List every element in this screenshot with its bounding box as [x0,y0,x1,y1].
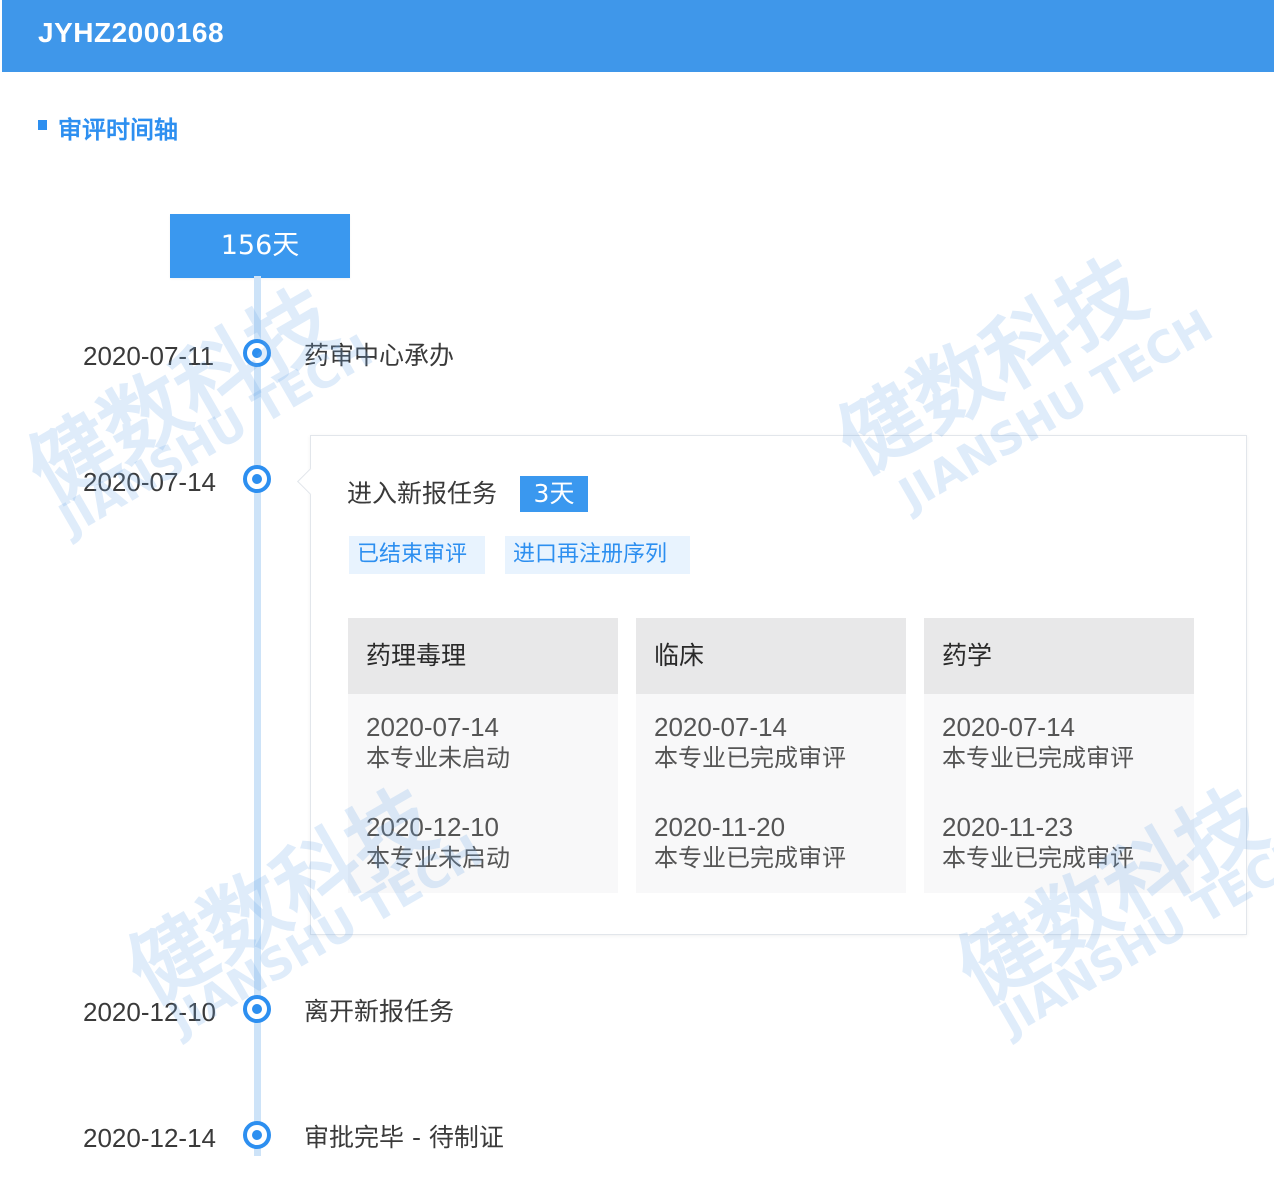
entry-date: 2020-07-14 [366,712,499,742]
sequence-tag: 进口再注册序列 [505,536,690,574]
timeline-line [254,276,261,1156]
discipline-column-pharmacy: 药学 2020-07-14 本专业已完成审评 2020-11-23 本专业已完成… [924,618,1194,893]
discipline-entry: 2020-11-23 本专业已完成审评 [942,812,1134,874]
task-title: 进入新报任务 [347,479,498,508]
section-marker [38,120,47,130]
status-tag: 已结束审评 [349,536,485,574]
header-bar: JYHZ2000168 [2,0,1274,72]
task-duration-badge: 3天 [520,476,588,512]
entry-date: 2020-07-14 [654,712,787,742]
acceptance-code: JYHZ2000168 [38,17,225,48]
discipline-header: 药学 [924,618,1194,694]
timeline-node-icon [243,1121,271,1149]
timeline-event-label: 药审中心承办 [304,341,455,370]
task-detail-card: 进入新报任务 3天 已结束审评 进口再注册序列 药理毒理 2020-07-14 … [310,435,1247,935]
discipline-header: 临床 [636,618,906,694]
entry-date: 2020-11-20 [654,812,786,842]
discipline-header: 药理毒理 [348,618,618,694]
entry-date: 2020-07-14 [942,712,1075,742]
section-title: 审评时间轴 [58,116,178,144]
entry-status: 本专业已完成审评 [654,744,846,772]
timeline-date: 2020-07-14 [83,467,216,497]
timeline-date: 2020-12-14 [83,1123,216,1153]
entry-status: 本专业未启动 [366,744,510,772]
timeline-node-icon [243,995,271,1023]
review-timeline-page: JYHZ2000168 审评时间轴 156天 2020-07-11 药审中心承办… [0,0,1274,1180]
timeline-event-label: 离开新报任务 [304,997,455,1026]
timeline-date: 2020-07-11 [83,341,215,371]
timeline-node-icon [243,339,271,367]
entry-status: 本专业已完成审评 [942,744,1134,772]
timeline-event-label: 审批完毕 - 待制证 [304,1123,504,1152]
entry-status: 本专业未启动 [366,844,510,872]
entry-status: 本专业已完成审评 [654,844,846,872]
timeline-node-icon [243,465,271,493]
entry-date: 2020-12-10 [366,812,499,842]
total-duration-badge: 156天 [170,214,350,278]
discipline-entry: 2020-07-14 本专业已完成审评 [654,712,846,774]
timeline-date: 2020-12-10 [83,997,216,1027]
entry-status: 本专业已完成审评 [942,844,1134,872]
discipline-entry: 2020-11-20 本专业已完成审评 [654,812,846,874]
discipline-entry: 2020-07-14 本专业已完成审评 [942,712,1134,774]
entry-date: 2020-11-23 [942,812,1074,842]
discipline-column-clinical: 临床 2020-07-14 本专业已完成审评 2020-11-20 本专业已完成… [636,618,906,893]
discipline-column-pharmacology: 药理毒理 2020-07-14 本专业未启动 2020-12-10 本专业未启动 [348,618,618,893]
discipline-entry: 2020-07-14 本专业未启动 [366,712,510,774]
discipline-entry: 2020-12-10 本专业未启动 [366,812,510,874]
